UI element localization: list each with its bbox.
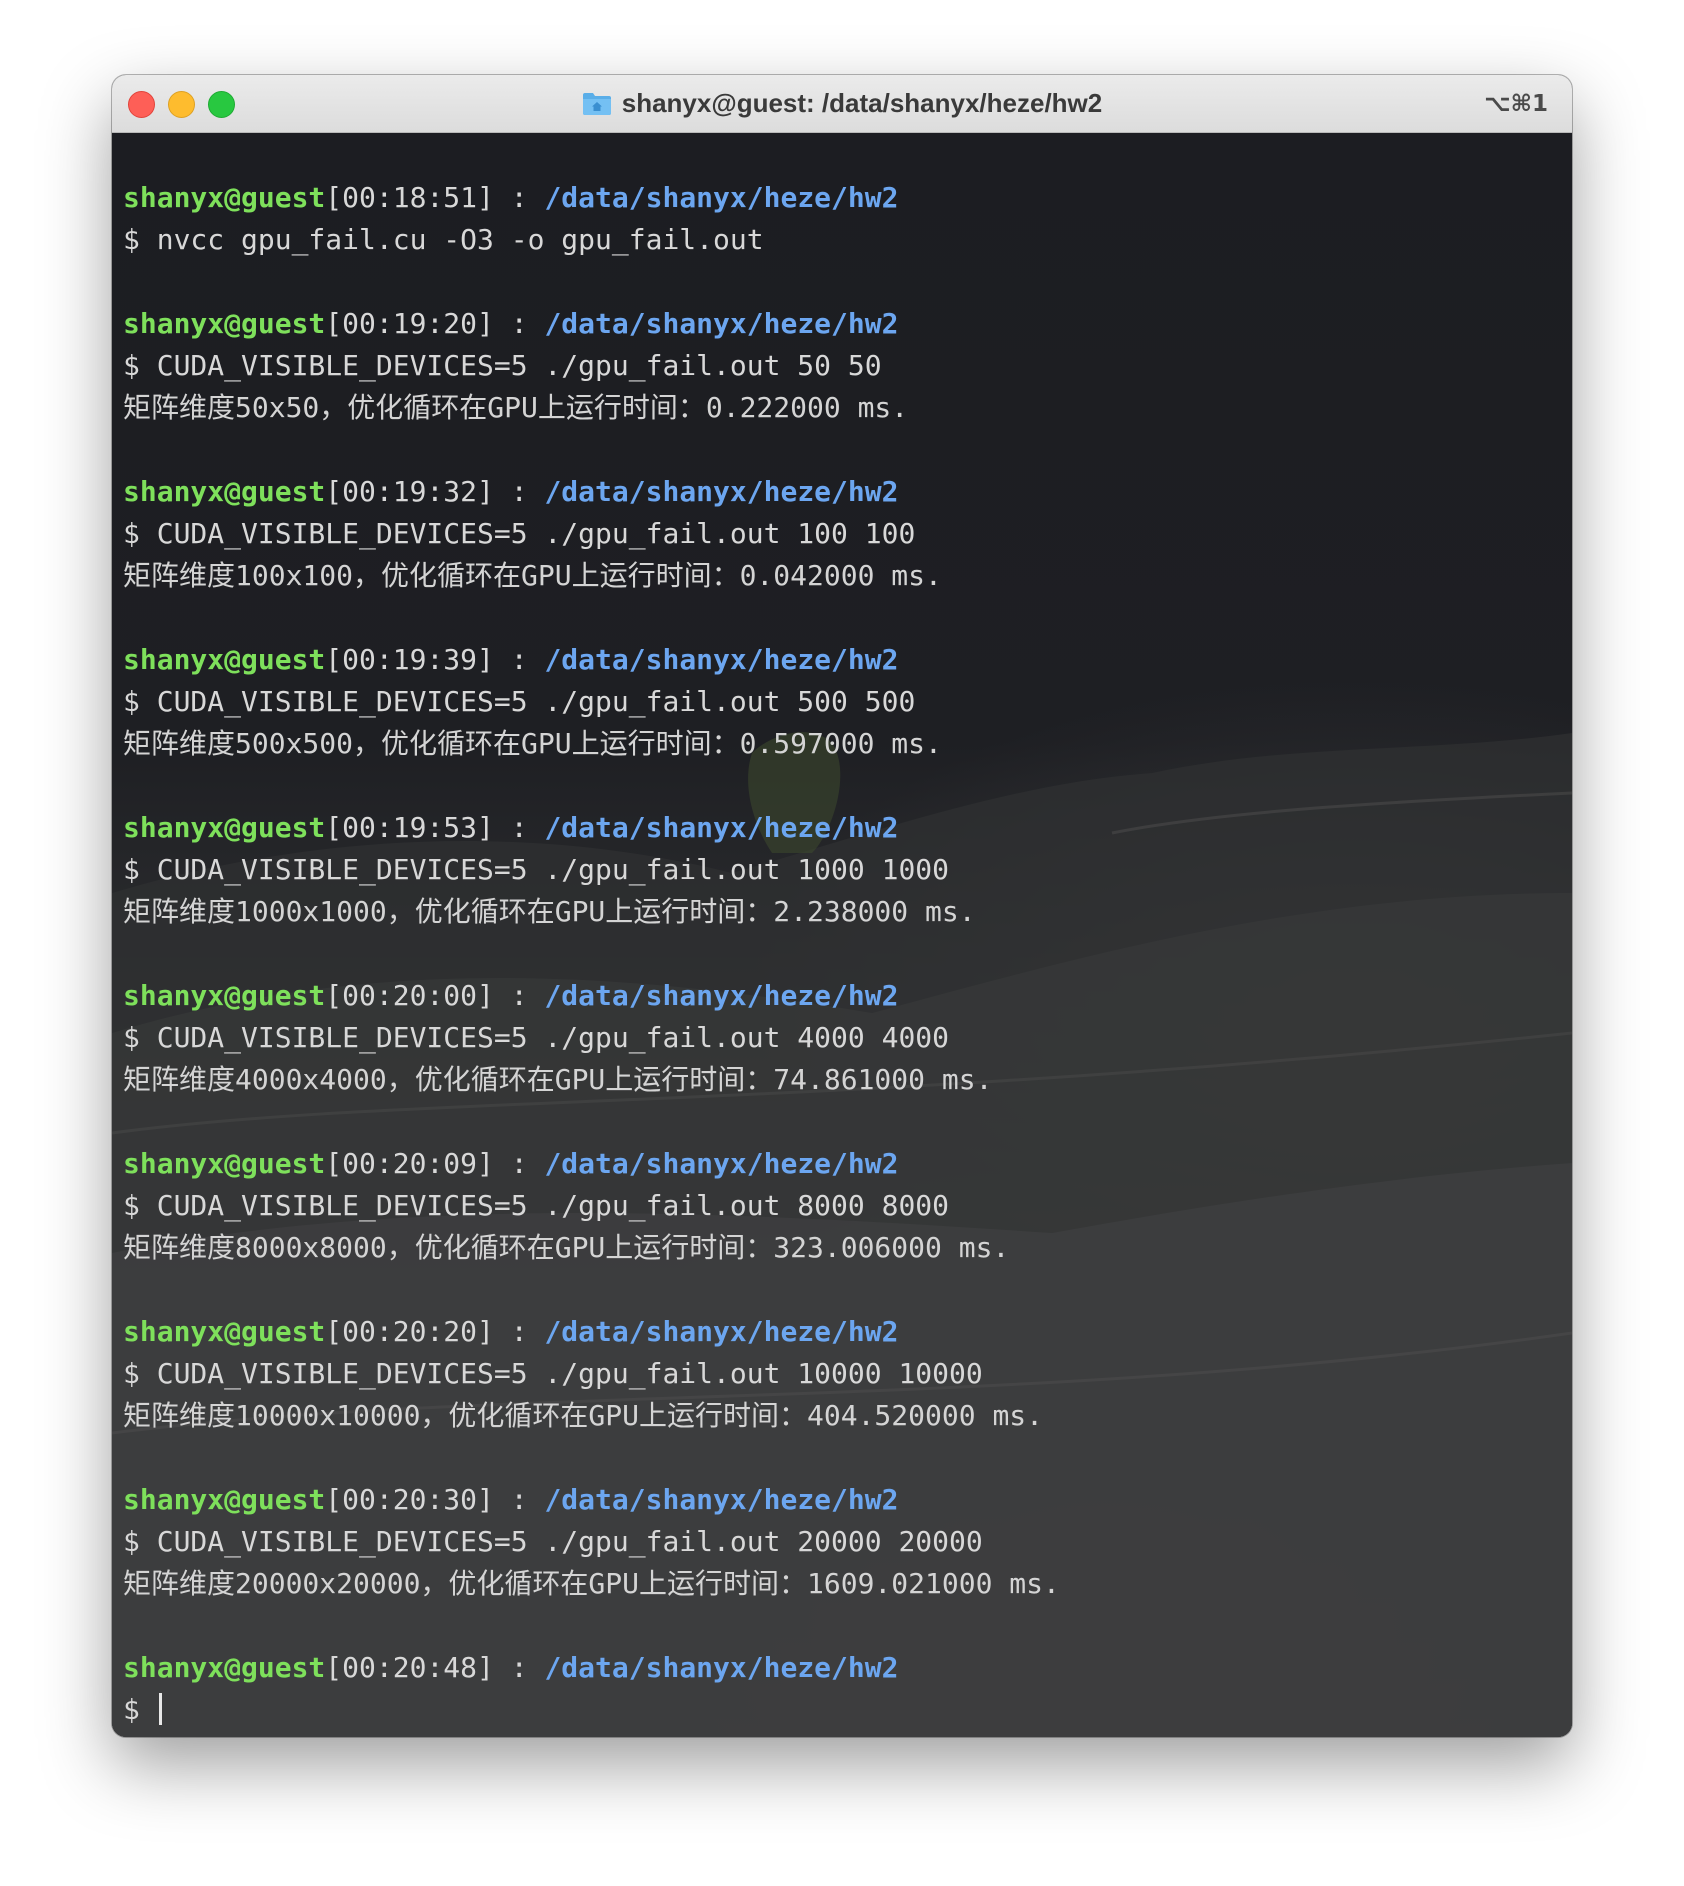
command-line: $ CUDA_VISIBLE_DEVICES=5 ./gpu_fail.out …	[123, 1357, 983, 1390]
prompt-line: shanyx@guest[00:19:32] : /data/shanyx/he…	[123, 471, 1562, 513]
prompt-time: [00:18:51]	[325, 181, 494, 214]
prompt-path: /data/shanyx/heze/hw2	[544, 1651, 899, 1684]
prompt-path: /data/shanyx/heze/hw2	[544, 643, 899, 676]
prompt-time: [00:20:09]	[325, 1147, 494, 1180]
text-cursor	[158, 1693, 162, 1725]
prompt-path: /data/shanyx/heze/hw2	[544, 475, 899, 508]
prompt-time: [00:20:00]	[325, 979, 494, 1012]
prompt-time: [00:20:48]	[325, 1651, 494, 1684]
home-folder-icon	[582, 91, 612, 116]
command-output: 矩阵维度500x500，优化循环在GPU上运行时间：0.597000 ms.	[123, 727, 942, 760]
command-line: $ CUDA_VISIBLE_DEVICES=5 ./gpu_fail.out …	[123, 349, 882, 382]
prompt-separator: :	[493, 979, 545, 1012]
prompt-path: /data/shanyx/heze/hw2	[544, 307, 899, 340]
terminal-window: shanyx@guest: /data/shanyx/heze/hw2 ⌥⌘1 …	[112, 75, 1572, 1737]
prompt-separator: :	[493, 307, 545, 340]
window-title: shanyx@guest: /data/shanyx/heze/hw2	[621, 88, 1103, 118]
current-prompt-line: shanyx@guest[00:20:48] : /data/shanyx/he…	[123, 1647, 1562, 1689]
prompt-separator: :	[493, 1147, 545, 1180]
command-input[interactable]: $	[123, 1693, 157, 1726]
prompt-line: shanyx@guest[00:20:09] : /data/shanyx/he…	[123, 1143, 1562, 1185]
command-output: 矩阵维度100x100，优化循环在GPU上运行时间：0.042000 ms.	[123, 559, 942, 592]
prompt-path: /data/shanyx/heze/hw2	[544, 1483, 899, 1516]
prompt-user: shanyx@guest	[123, 643, 326, 676]
prompt-time: [00:19:20]	[325, 307, 494, 340]
prompt-separator: :	[493, 811, 545, 844]
prompt-path: /data/shanyx/heze/hw2	[544, 979, 899, 1012]
prompt-user: shanyx@guest	[123, 1315, 326, 1348]
prompt-time: [00:19:39]	[325, 643, 494, 676]
command-output: 矩阵维度20000x20000，优化循环在GPU上运行时间：1609.02100…	[123, 1567, 1060, 1600]
prompt-path: /data/shanyx/heze/hw2	[544, 1147, 899, 1180]
prompt-user: shanyx@guest	[123, 181, 326, 214]
prompt-path: /data/shanyx/heze/hw2	[544, 1315, 899, 1348]
prompt-time: [00:19:53]	[325, 811, 494, 844]
prompt-time: [00:20:30]	[325, 1483, 494, 1516]
command-input-line[interactable]: $	[123, 1689, 1562, 1731]
prompt-line: shanyx@guest[00:20:30] : /data/shanyx/he…	[123, 1479, 1562, 1521]
prompt-line: shanyx@guest[00:19:20] : /data/shanyx/he…	[123, 303, 1562, 345]
command-line: $ CUDA_VISIBLE_DEVICES=5 ./gpu_fail.out …	[123, 1021, 950, 1054]
prompt-user: shanyx@guest	[123, 1651, 326, 1684]
command-output: 矩阵维度1000x1000，优化循环在GPU上运行时间：2.238000 ms.	[123, 895, 976, 928]
title-bar[interactable]: shanyx@guest: /data/shanyx/heze/hw2 ⌥⌘1	[112, 75, 1572, 133]
prompt-user: shanyx@guest	[123, 475, 326, 508]
window-shortcut-label: ⌥⌘1	[1484, 90, 1548, 117]
command-line: $ CUDA_VISIBLE_DEVICES=5 ./gpu_fail.out …	[123, 1189, 950, 1222]
prompt-line: shanyx@guest[00:18:51] : /data/shanyx/he…	[123, 177, 1562, 219]
prompt-separator: :	[493, 1315, 545, 1348]
prompt-line: shanyx@guest[00:20:00] : /data/shanyx/he…	[123, 975, 1562, 1017]
command-output: 矩阵维度8000x8000，优化循环在GPU上运行时间：323.006000 m…	[123, 1231, 1010, 1264]
prompt-path: /data/shanyx/heze/hw2	[544, 181, 899, 214]
prompt-time: [00:20:20]	[325, 1315, 494, 1348]
prompt-line: shanyx@guest[00:19:39] : /data/shanyx/he…	[123, 639, 1562, 681]
prompt-separator: :	[493, 181, 545, 214]
command-line: $ CUDA_VISIBLE_DEVICES=5 ./gpu_fail.out …	[123, 517, 916, 550]
command-output: 矩阵维度50x50，优化循环在GPU上运行时间：0.222000 ms.	[123, 391, 909, 424]
command-line: $ CUDA_VISIBLE_DEVICES=5 ./gpu_fail.out …	[123, 853, 950, 886]
command-line: $ CUDA_VISIBLE_DEVICES=5 ./gpu_fail.out …	[123, 685, 916, 718]
prompt-user: shanyx@guest	[123, 1483, 326, 1516]
prompt-separator: :	[493, 475, 545, 508]
prompt-separator: :	[493, 1483, 545, 1516]
prompt-separator: :	[493, 1651, 545, 1684]
prompt-path: /data/shanyx/heze/hw2	[544, 811, 899, 844]
prompt-line: shanyx@guest[00:20:20] : /data/shanyx/he…	[123, 1311, 1562, 1353]
prompt-separator: :	[493, 643, 545, 676]
prompt-user: shanyx@guest	[123, 307, 326, 340]
command-line: $ CUDA_VISIBLE_DEVICES=5 ./gpu_fail.out …	[123, 1525, 983, 1558]
prompt-time: [00:19:32]	[325, 475, 494, 508]
prompt-line: shanyx@guest[00:19:53] : /data/shanyx/he…	[123, 807, 1562, 849]
command-output: 矩阵维度10000x10000，优化循环在GPU上运行时间：404.520000…	[123, 1399, 1044, 1432]
window-title-container: shanyx@guest: /data/shanyx/heze/hw2	[112, 75, 1572, 132]
terminal-output: shanyx@guest[00:18:51] : /data/shanyx/he…	[123, 177, 1562, 1731]
command-output: 矩阵维度4000x4000，优化循环在GPU上运行时间：74.861000 ms…	[123, 1063, 993, 1096]
terminal-content-area[interactable]: shanyx@guest[00:18:51] : /data/shanyx/he…	[112, 133, 1572, 1737]
prompt-user: shanyx@guest	[123, 979, 326, 1012]
prompt-user: shanyx@guest	[123, 811, 326, 844]
prompt-user: shanyx@guest	[123, 1147, 326, 1180]
command-line: $ nvcc gpu_fail.cu -O3 -o gpu_fail.out	[123, 223, 764, 256]
